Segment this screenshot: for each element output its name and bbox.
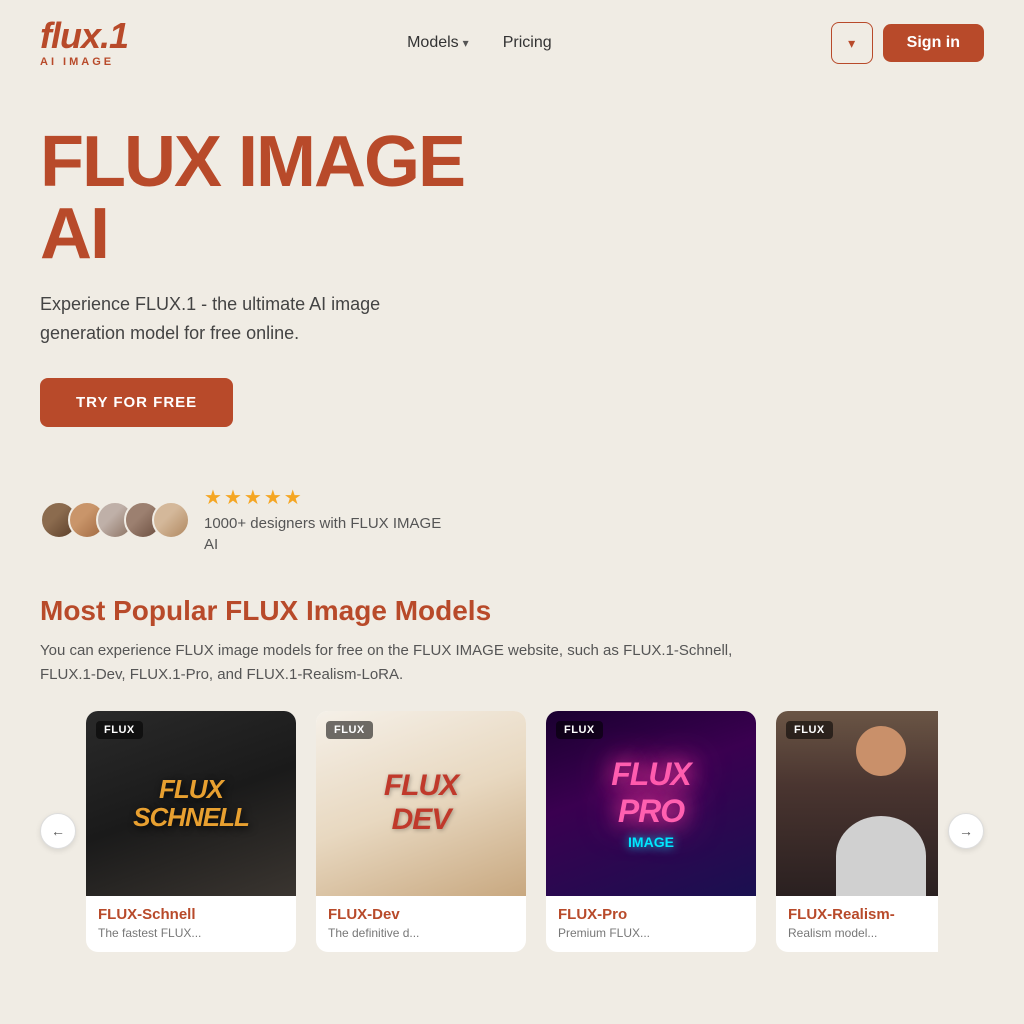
card-image: FLUX <box>776 711 938 896</box>
avatar <box>152 501 190 539</box>
pricing-label: Pricing <box>503 34 552 51</box>
card-name: FLUX-Dev <box>328 906 514 923</box>
cards-carousel: ← FLUXSCHNELL FLUX FLUX-Schnell The fast… <box>40 711 984 952</box>
card-name: FLUX-Pro <box>558 906 744 923</box>
social-proof: ★ ★ ★ ★ ★ 1000+ designers with FLUX IMAG… <box>0 485 1024 555</box>
navbar: flux.1 AI IMAGE Models ▾ Pricing ▾ Sign … <box>0 0 1024 86</box>
star-icon: ★ <box>244 485 262 510</box>
logo[interactable]: flux.1 AI IMAGE <box>40 18 128 68</box>
nav-pricing-button[interactable]: Pricing <box>491 26 564 60</box>
model-card[interactable]: FLUXSCHNELL FLUX FLUX-Schnell The fastes… <box>86 711 296 952</box>
card-desc: The fastest FLUX... <box>98 926 284 940</box>
chevron-right-icon: → <box>959 823 973 839</box>
logo-text: flux.1 <box>40 18 128 54</box>
proof-group: ★ ★ ★ ★ ★ 1000+ designers with FLUX IMAG… <box>204 485 441 555</box>
card-image: FLUXDEV FLUX <box>316 711 526 896</box>
models-section: Most Popular FLUX Image Models You can e… <box>0 555 1024 952</box>
proof-text: 1000+ designers with FLUX IMAGE AI <box>204 513 441 555</box>
card-info: FLUX-Realism- Realism model... <box>776 896 938 952</box>
models-label: Models <box>407 34 459 52</box>
card-desc: Realism model... <box>788 926 938 940</box>
model-card[interactable]: FLUXPRO IMAGE FLUX FLUX-Pro Premium FLUX… <box>546 711 756 952</box>
card-badge: FLUX <box>96 721 143 739</box>
card-badge: FLUX <box>556 721 603 739</box>
card-image-text: FLUXDEV <box>384 769 458 837</box>
card-desc: The definitive d... <box>328 926 514 940</box>
star-rating: ★ ★ ★ ★ ★ <box>204 485 441 510</box>
model-card[interactable]: FLUX FLUX-Realism- Realism model... <box>776 711 938 952</box>
cards-scroll: FLUXSCHNELL FLUX FLUX-Schnell The fastes… <box>86 711 938 952</box>
star-icon: ★ <box>284 485 302 510</box>
card-image: FLUXSCHNELL FLUX <box>86 711 296 896</box>
nav-right: ▾ Sign in <box>831 22 984 64</box>
nav-links: Models ▾ Pricing <box>395 26 564 60</box>
logo-tagline: AI IMAGE <box>40 56 114 68</box>
card-info: FLUX-Pro Premium FLUX... <box>546 896 756 952</box>
carousel-next-button[interactable]: → <box>948 813 984 849</box>
card-desc: Premium FLUX... <box>558 926 744 940</box>
star-icon: ★ <box>204 485 222 510</box>
hero-subtitle: Experience FLUX.1 - the ultimate AI imag… <box>40 290 440 348</box>
star-icon: ★ <box>224 485 242 510</box>
model-card[interactable]: FLUXDEV FLUX FLUX-Dev The definitive d..… <box>316 711 526 952</box>
chevron-left-icon: ← <box>51 823 65 839</box>
card-badge: FLUX <box>786 721 833 739</box>
signin-button[interactable]: Sign in <box>883 24 984 62</box>
hero-title: FLUX IMAGE AI <box>40 126 480 270</box>
card-image: FLUXPRO IMAGE FLUX <box>546 711 756 896</box>
card-badge: FLUX <box>326 721 373 739</box>
card-image-text: FLUXSCHNELL <box>133 775 249 832</box>
carousel-prev-button[interactable]: ← <box>40 813 76 849</box>
card-name: FLUX-Realism- <box>788 906 938 923</box>
hero-section: FLUX IMAGE AI Experience FLUX.1 - the ul… <box>0 86 520 457</box>
chevron-down-icon: ▾ <box>848 35 855 52</box>
models-section-title: Most Popular FLUX Image Models <box>40 595 984 627</box>
card-name: FLUX-Schnell <box>98 906 284 923</box>
nav-models-button[interactable]: Models ▾ <box>395 26 481 60</box>
card-info: FLUX-Dev The definitive d... <box>316 896 526 952</box>
chevron-down-icon: ▾ <box>463 36 469 50</box>
star-icon: ★ <box>264 485 282 510</box>
language-button[interactable]: ▾ <box>831 22 873 64</box>
card-image-text: FLUXPRO <box>611 756 691 830</box>
models-section-desc: You can experience FLUX image models for… <box>40 639 740 687</box>
avatar-group <box>40 501 190 539</box>
card-info: FLUX-Schnell The fastest FLUX... <box>86 896 296 952</box>
try-free-button[interactable]: TRY FOR FREE <box>40 378 233 427</box>
